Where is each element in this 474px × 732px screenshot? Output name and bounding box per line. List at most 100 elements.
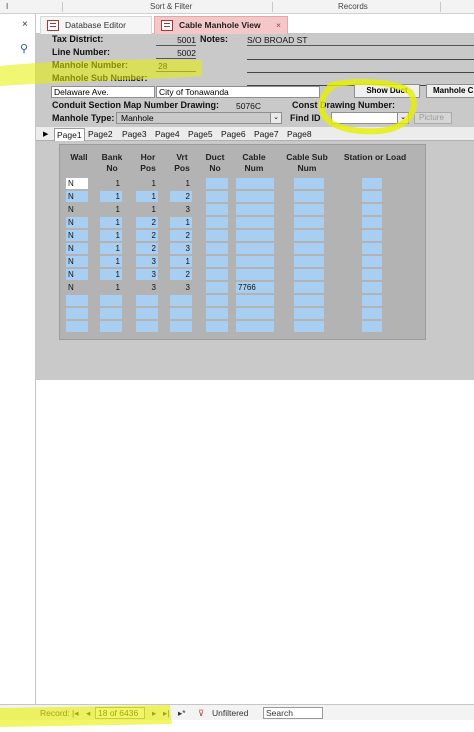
tab-page2[interactable]: Page2 (86, 128, 115, 141)
tab-cable-manhole-view[interactable]: Cable Manhole View × (154, 16, 288, 34)
cell-cable-num[interactable] (236, 230, 274, 241)
cell-vrt-pos[interactable]: 3 (170, 282, 192, 293)
cell-hor-pos[interactable]: 3 (136, 282, 158, 293)
cell-station-or-load[interactable] (362, 230, 382, 241)
cell-bank-no[interactable]: 1 (100, 217, 122, 228)
manhole-type-select[interactable]: Manhole ⌄ (116, 112, 282, 124)
cell-cable-sub-num[interactable] (294, 191, 324, 202)
manhole-c-button[interactable]: Manhole C (426, 84, 474, 98)
cell-wall[interactable] (66, 308, 88, 319)
cell-cable-sub-num[interactable] (294, 256, 324, 267)
tab-page1[interactable]: Page1 (54, 128, 85, 141)
tab-page4[interactable]: Page4 (153, 128, 182, 141)
cell-duct-no[interactable] (206, 282, 228, 293)
cell-cable-sub-num[interactable] (294, 204, 324, 215)
cell-hor-pos[interactable]: 1 (136, 178, 158, 189)
street-field[interactable]: Delaware Ave. (51, 86, 155, 98)
new-record-icon[interactable]: ▸* (178, 708, 186, 719)
cell-hor-pos[interactable]: 2 (136, 217, 158, 228)
cell-cable-num[interactable] (236, 204, 274, 215)
cell-wall[interactable]: N (66, 217, 88, 228)
tab-page7[interactable]: Page7 (252, 128, 281, 141)
cell-station-or-load[interactable] (362, 217, 382, 228)
cell-duct-no[interactable] (206, 308, 228, 319)
cell-wall[interactable]: N (66, 243, 88, 254)
first-record-icon[interactable]: |◂ (72, 708, 78, 719)
cell-duct-no[interactable] (206, 321, 228, 332)
cell-duct-no[interactable] (206, 243, 228, 254)
cell-cable-sub-num[interactable] (294, 321, 324, 332)
cell-bank-no[interactable]: 1 (100, 204, 122, 215)
cell-bank-no[interactable] (100, 308, 122, 319)
tax-district-value[interactable]: 5001 (156, 35, 196, 46)
conduit-section-value[interactable]: 5076C (236, 101, 261, 111)
cell-cable-sub-num[interactable] (294, 243, 324, 254)
chevron-down-icon[interactable]: ⌄ (270, 113, 281, 123)
cell-station-or-load[interactable] (362, 321, 382, 332)
cell-vrt-pos[interactable]: 1 (170, 217, 192, 228)
ribbon-group-sort-filter[interactable]: Sort & Filter (150, 2, 192, 11)
cell-cable-num[interactable]: 7766 (236, 282, 274, 293)
search-input[interactable]: Search (263, 707, 323, 719)
cell-duct-no[interactable] (206, 269, 228, 280)
notes-value[interactable]: S/O BROAD ST (247, 35, 474, 46)
cell-wall[interactable]: N (66, 178, 88, 189)
cell-cable-sub-num[interactable] (294, 269, 324, 280)
cell-hor-pos[interactable]: 1 (136, 191, 158, 202)
last-record-icon[interactable]: ▸| (163, 708, 169, 719)
cell-hor-pos[interactable] (136, 295, 158, 306)
cell-vrt-pos[interactable]: 1 (170, 178, 192, 189)
cell-bank-no[interactable]: 1 (100, 269, 122, 280)
tab-page6[interactable]: Page6 (219, 128, 248, 141)
cell-station-or-load[interactable] (362, 178, 382, 189)
cell-hor-pos[interactable] (136, 308, 158, 319)
cell-bank-no[interactable]: 1 (100, 230, 122, 241)
cell-bank-no[interactable] (100, 321, 122, 332)
cell-cable-num[interactable] (236, 178, 274, 189)
close-tab-icon[interactable]: × (276, 17, 281, 34)
current-record-input[interactable]: 18 of 6436 (95, 707, 145, 719)
cell-wall[interactable]: N (66, 230, 88, 241)
filter-status[interactable]: Unfiltered (212, 708, 248, 718)
cell-wall[interactable] (66, 321, 88, 332)
cell-vrt-pos[interactable]: 1 (170, 256, 192, 267)
manhole-number-value[interactable]: 28 (156, 61, 196, 72)
tab-page3[interactable]: Page3 (120, 128, 149, 141)
cell-wall[interactable]: N (66, 256, 88, 267)
cell-vrt-pos[interactable] (170, 308, 192, 319)
picture-button[interactable]: Picture (414, 112, 452, 124)
cell-cable-num[interactable] (236, 256, 274, 267)
cell-bank-no[interactable]: 1 (100, 256, 122, 267)
cell-station-or-load[interactable] (362, 256, 382, 267)
cell-bank-no[interactable]: 1 (100, 282, 122, 293)
cell-wall[interactable]: N (66, 191, 88, 202)
cell-cable-num[interactable] (236, 321, 274, 332)
cell-station-or-load[interactable] (362, 282, 382, 293)
cell-hor-pos[interactable]: 3 (136, 256, 158, 267)
cell-cable-num[interactable] (236, 295, 274, 306)
cell-cable-num[interactable] (236, 243, 274, 254)
filter-icon[interactable]: ⊽ (198, 708, 204, 719)
tab-page5[interactable]: Page5 (186, 128, 215, 141)
close-icon[interactable]: × (22, 19, 28, 30)
previous-record-icon[interactable]: ◂ (86, 708, 90, 719)
cell-station-or-load[interactable] (362, 204, 382, 215)
cell-bank-no[interactable]: 1 (100, 178, 122, 189)
cell-hor-pos[interactable] (136, 321, 158, 332)
ribbon-group-records[interactable]: Records (338, 2, 368, 11)
cell-vrt-pos[interactable]: 2 (170, 191, 192, 202)
cell-vrt-pos[interactable]: 3 (170, 204, 192, 215)
cell-duct-no[interactable] (206, 256, 228, 267)
cell-cable-sub-num[interactable] (294, 230, 324, 241)
next-record-icon[interactable]: ▸ (152, 708, 156, 719)
tab-database-editor[interactable]: Database Editor (40, 16, 152, 34)
cell-vrt-pos[interactable]: 2 (170, 269, 192, 280)
cell-duct-no[interactable] (206, 230, 228, 241)
cell-hor-pos[interactable]: 2 (136, 230, 158, 241)
cell-wall[interactable]: N (66, 282, 88, 293)
chevron-down-icon[interactable]: ⌄ (397, 113, 408, 123)
cell-cable-num[interactable] (236, 191, 274, 202)
cell-station-or-load[interactable] (362, 191, 382, 202)
cell-hor-pos[interactable]: 1 (136, 204, 158, 215)
cell-cable-num[interactable] (236, 217, 274, 228)
